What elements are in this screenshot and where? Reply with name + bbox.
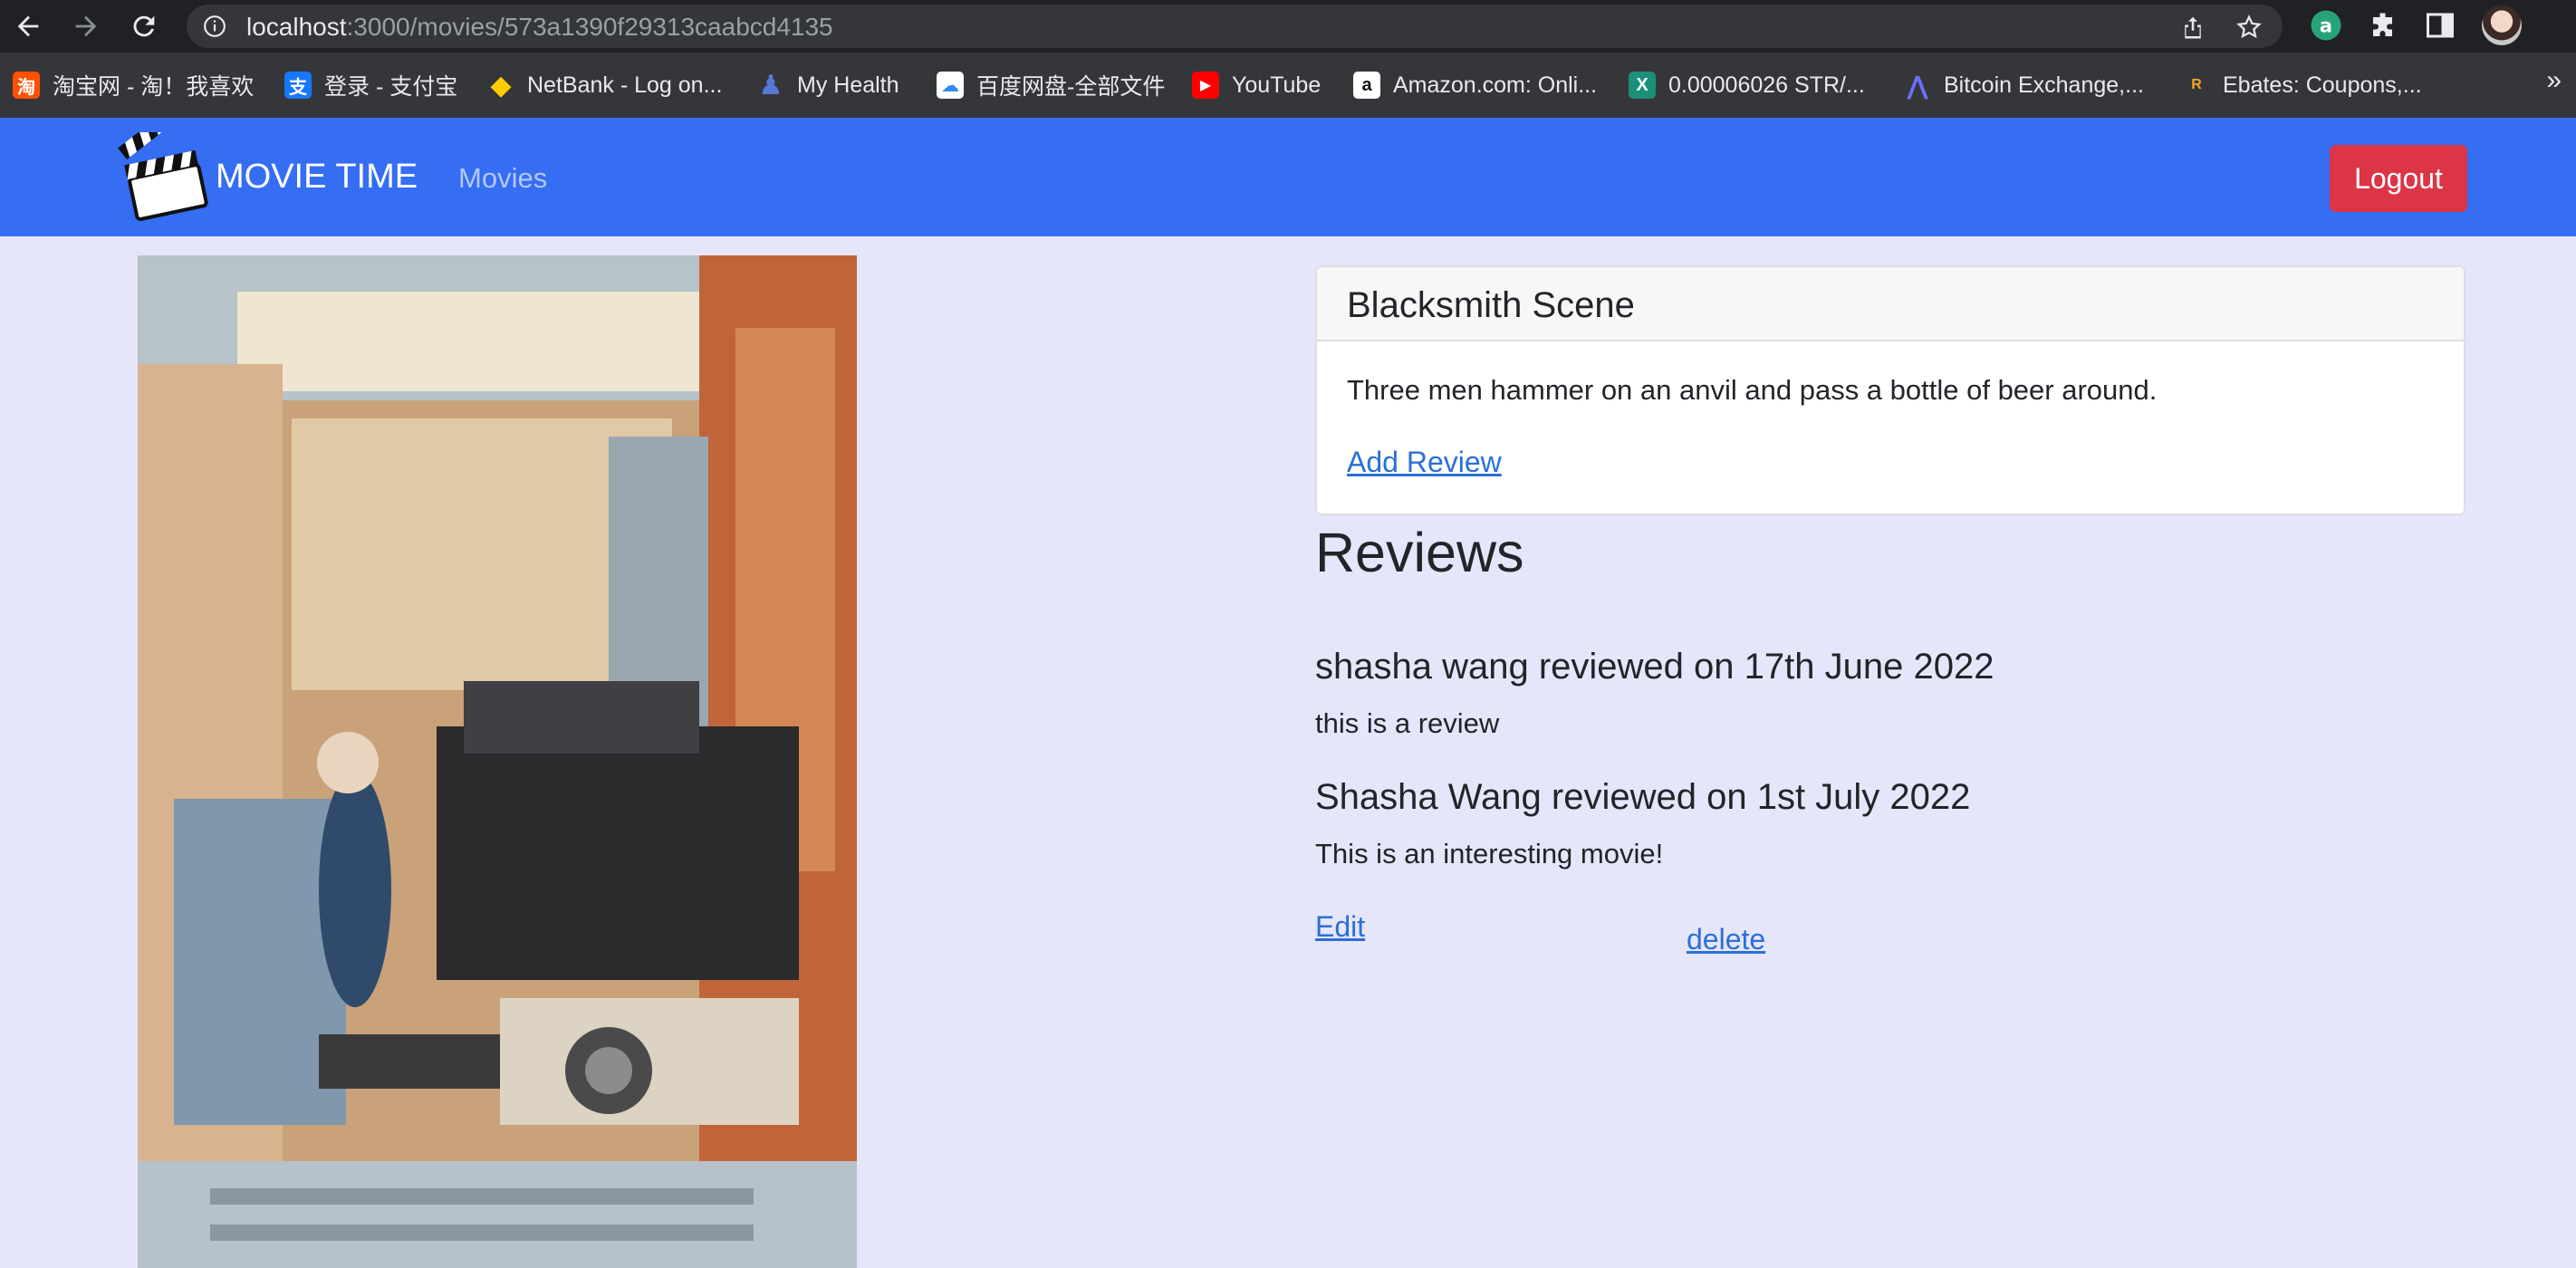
profile-avatar[interactable] <box>2482 5 2522 45</box>
bookmark-item[interactable]: 支登录 - 支付宝 <box>284 69 457 101</box>
bookmark-item[interactable]: ⋀ Bitcoin Exchange,... <box>1904 69 2144 101</box>
bookmark-item[interactable]: 淘淘宝网 - 淘！我喜欢 <box>13 69 254 101</box>
bookmark-label: 0.00006026 STR/... <box>1668 72 1865 98</box>
movie-plot: Three men hammer on an anvil and pass a … <box>1347 374 2158 406</box>
arrow-right-icon <box>75 15 97 37</box>
extension-a-icon[interactable]: a <box>2310 9 2342 42</box>
poster-artwork <box>138 255 857 1268</box>
bookmark-label: 登录 - 支付宝 <box>324 74 458 100</box>
netbank-icon: ◆ <box>490 70 512 101</box>
add-review-link[interactable]: Add Review <box>1347 445 1502 479</box>
bookmark-item[interactable]: X 0.00006026 STR/... <box>1629 69 1865 101</box>
reviews-heading: Reviews <box>1315 522 1524 583</box>
url-text[interactable]: localhost:3000/movies/573a1390f29313caab… <box>246 13 833 42</box>
exchange-icon: X <box>1629 72 1656 99</box>
site-info-icon[interactable] <box>203 14 226 38</box>
amazon-icon: a <box>1353 72 1380 99</box>
alipay-icon: 支 <box>284 72 312 99</box>
url-host: localhost <box>246 13 347 41</box>
share-icon[interactable] <box>2179 14 2206 41</box>
movie-title: Blacksmith Scene <box>1347 285 1635 325</box>
back-button[interactable] <box>7 5 49 47</box>
bitcoin-exchange-icon: ⋀ <box>1907 71 1928 100</box>
bookmarks-bar: 淘淘宝网 - 淘！我喜欢 支登录 - 支付宝 ◆ NetBank - Log on… <box>0 53 2576 118</box>
bookmark-label: My Health <box>797 72 899 98</box>
taobao-icon: 淘 <box>13 72 40 99</box>
review-text: this is a review <box>1315 707 1500 739</box>
side-panel-icon[interactable] <box>2424 9 2456 42</box>
bookmark-label: 百度网盘-全部文件 <box>976 74 1166 100</box>
brand-title[interactable]: MOVIE TIME <box>216 157 418 197</box>
bookmark-label: Amazon.com: Onli... <box>1393 72 1598 98</box>
forward-button[interactable] <box>65 5 107 47</box>
delete-review-link[interactable]: delete <box>1687 922 1765 956</box>
reload-button[interactable] <box>123 5 165 47</box>
nav-link-movies[interactable]: Movies <box>458 161 547 196</box>
bookmark-label: Ebates: Coupons,... <box>2223 72 2422 98</box>
youtube-icon: ▶ <box>1192 72 1219 99</box>
extensions-puzzle-icon[interactable] <box>2368 9 2400 42</box>
reload-icon <box>133 15 155 37</box>
bookmark-item[interactable]: ♟ My Health <box>757 69 899 101</box>
bookmark-item[interactable]: ▶ YouTube <box>1192 69 1321 101</box>
movie-poster <box>138 255 857 1268</box>
review-header: shasha wang reviewed on 17th June 2022 <box>1315 647 1994 687</box>
baidu-pan-icon: ☁ <box>937 72 964 99</box>
bookmark-label: YouTube <box>1232 72 1322 98</box>
bookmarks-overflow-icon[interactable]: » <box>2546 65 2562 96</box>
bookmark-item[interactable]: a Amazon.com: Onli... <box>1353 69 1597 101</box>
bookmark-star-icon[interactable] <box>2235 14 2263 41</box>
url-path: :3000/movies/573a1390f29313caabcd4135 <box>346 13 833 41</box>
svg-text:a: a <box>2320 15 2332 37</box>
myhealth-icon: ♟ <box>758 70 783 101</box>
bookmark-label: NetBank - Log on... <box>527 72 723 98</box>
arrow-left-icon <box>17 15 39 37</box>
bookmark-item[interactable]: R Ebates: Coupons,... <box>2183 69 2422 101</box>
logout-button[interactable]: Logout <box>2330 145 2467 212</box>
review-text: This is an interesting movie! <box>1315 838 1664 869</box>
bookmark-item[interactable]: ◆ NetBank - Log on... <box>487 69 722 101</box>
bookmark-label: 淘宝网 - 淘！我喜欢 <box>53 74 255 100</box>
bookmark-item[interactable]: ☁ 百度网盘-全部文件 <box>937 69 1165 101</box>
review-header: Shasha Wang reviewed on 1st July 2022 <box>1315 777 1971 817</box>
browser-toolbar: localhost:3000/movies/573a1390f29313caab… <box>0 0 2576 53</box>
clapperboard-logo-icon[interactable] <box>118 132 208 223</box>
address-bar[interactable]: localhost:3000/movies/573a1390f29313caab… <box>187 5 2283 48</box>
app-navbar: MOVIE TIME Movies Logout <box>0 118 2576 236</box>
ebates-icon: R <box>2191 77 2202 92</box>
movie-card: Blacksmith Scene Three men hammer on an … <box>1315 265 2465 515</box>
edit-review-link[interactable]: Edit <box>1315 909 1365 944</box>
bookmark-label: Bitcoin Exchange,... <box>1944 72 2144 98</box>
